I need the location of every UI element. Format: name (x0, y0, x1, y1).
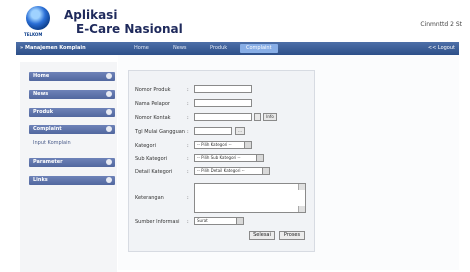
kategori-value: -- Pilih Kategori -- (197, 142, 232, 147)
tab-news[interactable]: News (167, 44, 193, 53)
sidebar-item-label: Links (33, 177, 48, 183)
complaint-form: Nomor Produk : Nama Pelapor : Nomor Kont… (128, 70, 315, 252)
sidebar-item-home[interactable]: Home (29, 72, 115, 81)
colon: : (187, 195, 189, 201)
label-nomor-kontak: Nomor Kontak (135, 115, 171, 121)
colon: : (187, 156, 189, 162)
sidebar-item-label: News (33, 91, 49, 97)
label-keterangan: Keterangan (135, 195, 164, 201)
sidebar-item-label: Produk (33, 109, 54, 115)
app-title-line1: Aplikasi (64, 8, 118, 22)
sidebar-subitem-input-komplain[interactable]: Input Komplain (33, 140, 71, 146)
selesai-button[interactable]: Selesai (249, 231, 275, 240)
scroll-up-icon[interactable] (298, 184, 305, 190)
detail-kategori-value: -- Pilih Detail Kategori -- (197, 168, 245, 173)
label-nomor-produk: Nomor Produk (135, 87, 171, 93)
keterangan-textarea[interactable] (194, 183, 306, 213)
nomor-kontak-input[interactable] (194, 113, 252, 121)
label-sumber-informasi: Sumber Informasi (135, 219, 180, 225)
sumber-informasi-select[interactable]: Surat (194, 217, 244, 225)
calendar-button[interactable]: ... (235, 127, 245, 135)
colon: : (187, 143, 189, 149)
top-navbar: » Manajemen Komplain Home News Produk Co… (16, 42, 459, 55)
colon: : (187, 219, 189, 225)
chevron-down-icon (244, 142, 251, 148)
section-title: » Manajemen Komplain (20, 45, 86, 51)
nomor-produk-input[interactable] (194, 85, 252, 93)
chevron-down-icon (236, 218, 243, 224)
expand-icon (106, 91, 112, 97)
kontak-dropdown-icon[interactable] (254, 113, 261, 121)
expand-icon (106, 73, 112, 79)
telkom-logo-icon (26, 6, 50, 30)
kategori-select[interactable]: -- Pilih Kategori -- (194, 141, 252, 149)
detail-kategori-select[interactable]: -- Pilih Detail Kategori -- (194, 167, 270, 175)
colon: : (187, 169, 189, 175)
nama-pelapor-input[interactable] (194, 99, 252, 107)
expand-icon (106, 159, 112, 165)
tgl-mulai-gangguan-input[interactable] (194, 127, 232, 135)
sidebar-item-produk[interactable]: Produk (29, 108, 115, 117)
cek-button[interactable]: Info (263, 113, 277, 121)
sidebar-item-label: Home (33, 73, 50, 79)
proses-button[interactable]: Proses (279, 231, 305, 240)
label-sub-kategori: Sub Kategori (135, 156, 168, 162)
app-title-line2: E-Care Nasional (76, 22, 183, 36)
label-detail-kategori: Detail Kategori (135, 169, 173, 175)
label-nama-pelapor: Nama Pelapor (135, 101, 170, 107)
sidebar-item-label: Parameter (33, 159, 63, 165)
header: TELKOM Aplikasi E-Care Nasional Cinmnttd… (0, 0, 470, 44)
sidebar-item-parameter[interactable]: Parameter (29, 158, 115, 167)
chevron-down-icon (256, 155, 263, 161)
tab-complaint[interactable]: Complaint (240, 44, 278, 53)
sub-kategori-select[interactable]: -- Pilih Sub Kategori -- (194, 154, 264, 162)
expand-icon (106, 109, 112, 115)
admin-label: Cinmnttd 2 St (420, 21, 462, 28)
tab-produk[interactable]: Produk (204, 44, 233, 53)
scroll-down-icon[interactable] (298, 206, 305, 212)
sidebar-item-complaint[interactable]: Complaint (29, 125, 115, 134)
chevron-down-icon (262, 168, 269, 174)
colon: : (187, 87, 189, 93)
expand-icon (106, 126, 112, 132)
tab-home[interactable]: Home (128, 44, 155, 53)
colon: : (187, 115, 189, 121)
logo-text: TELKOM (24, 32, 43, 37)
sumber-informasi-value: Surat (197, 218, 208, 223)
sidebar: Home News Produk Complaint Parameter Lin… (20, 62, 117, 272)
label-tgl-mulai-gangguan: Tgl Mulai Gangguan (135, 129, 185, 135)
colon: : (187, 101, 189, 107)
sub-kategori-value: -- Pilih Sub Kategori -- (197, 155, 241, 160)
expand-icon (106, 177, 112, 183)
sidebar-item-news[interactable]: News (29, 90, 115, 99)
sidebar-item-links[interactable]: Links (29, 176, 115, 185)
colon: : (187, 129, 189, 135)
logout-link[interactable]: << Logout (428, 45, 455, 51)
sidebar-item-label: Complaint (33, 126, 62, 132)
label-kategori: Kategori (135, 143, 156, 149)
